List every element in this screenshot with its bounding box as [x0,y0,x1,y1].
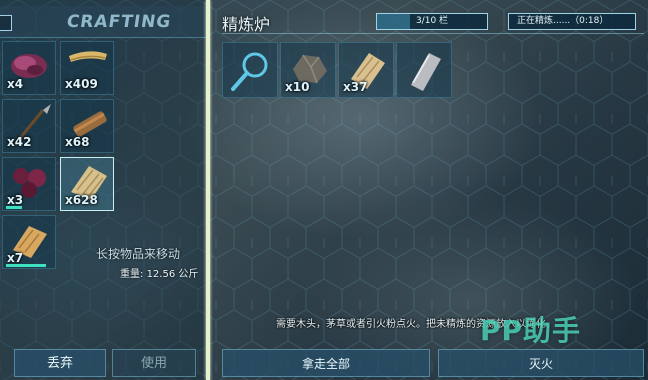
forge-slot-metal-ingot[interactable] [396,42,452,98]
weight-value: 12.56 公斤 [146,269,199,280]
crafting-panel: CRAFTING x4 x409 x42 x68 x3 x628 x7 长按物品… [0,0,206,380]
durability-bar [6,206,22,209]
item-count: x37 [343,80,368,94]
item-count: x10 [285,80,310,94]
forge-slot-metal-ore[interactable]: x10 [280,42,336,98]
metal-ingot-icon [411,53,441,91]
search-icon [231,52,268,91]
item-count: x7 [7,251,24,265]
weight-readout: 重量: 12.56 公斤 [120,265,198,280]
capacity-fill [377,14,410,29]
item-count: x4 [7,77,24,91]
panel-tab-button[interactable] [0,15,12,31]
inventory-slot-cooked-meat[interactable]: x7 [2,215,56,269]
capacity-bar: 3/10 栏 [376,13,488,30]
inventory-slot-meat[interactable]: x4 [2,41,56,95]
item-count: x3 [7,193,24,207]
inventory-slot-wood[interactable]: x68 [60,99,114,153]
item-count: x409 [65,77,98,91]
move-hint: 长按物品来移动 [96,247,181,261]
search-button[interactable] [222,42,278,98]
inventory-slot-berries[interactable]: x3 [2,157,56,211]
forge-title: 精炼炉 [222,15,271,34]
item-count: x42 [7,135,32,149]
inventory-slot-thatch-bundle[interactable]: x628 [60,157,114,211]
extinguish-button[interactable]: 灭火 [438,349,644,377]
crafting-title: CRAFTING [65,12,173,32]
item-count: x68 [65,135,90,149]
header-divider [222,33,644,34]
watermark-logo: PP助手 [480,314,582,347]
drop-button[interactable]: 丢弃 [14,349,106,377]
inventory-slot-thatch[interactable]: x409 [60,41,114,95]
panel-divider [206,0,210,380]
capacity-text: 3/10 栏 [415,16,449,26]
inventory-slot-spear[interactable]: x42 [2,99,56,153]
item-count: x628 [65,193,98,207]
use-button[interactable]: 使用 [112,349,196,377]
take-all-button[interactable]: 拿走全部 [222,349,430,377]
forge-slot-wood[interactable]: x37 [338,42,394,98]
durability-bar [6,264,46,267]
weight-label: 重量: [120,269,144,280]
crafting-header: CRAFTING [0,6,206,38]
refining-status: 正在精炼......（0:18） [508,13,636,30]
